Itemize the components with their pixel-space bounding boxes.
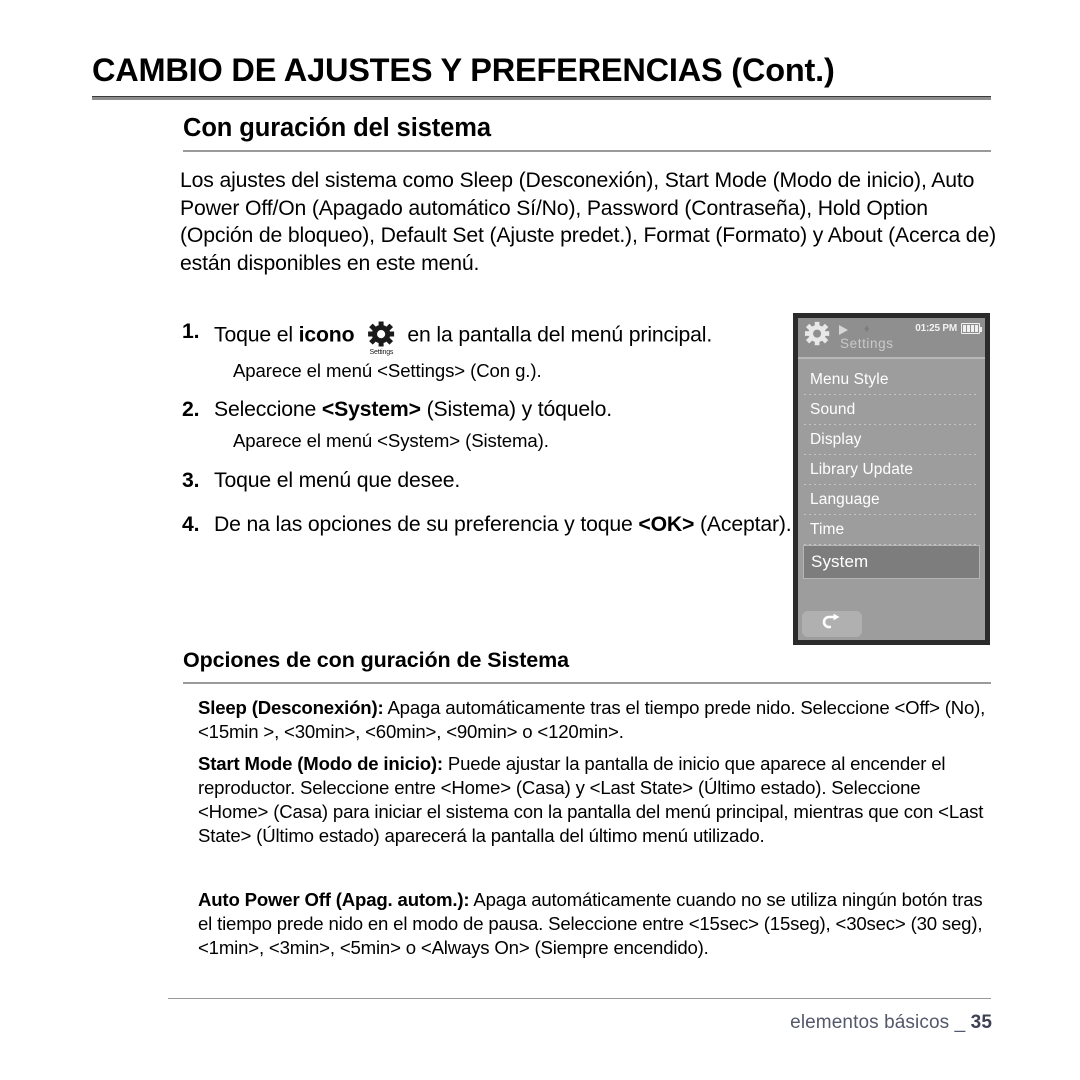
device-menu-item-label: Language xyxy=(810,491,880,508)
step-number: 1. xyxy=(182,320,200,343)
device-menu-item-system[interactable]: System xyxy=(803,545,980,579)
step-text-before: Toque el xyxy=(214,323,299,347)
option-auto-power-off: Auto Power Off (Apag. autom.): Apaga aut… xyxy=(198,888,993,960)
option-title: Start Mode (Modo de inicio): xyxy=(198,753,443,774)
back-button[interactable] xyxy=(802,611,862,637)
device-menu-item-language[interactable]: Language xyxy=(798,485,985,515)
step-text-after: (Aceptar). xyxy=(694,513,792,536)
chapter-title-rule xyxy=(92,96,991,100)
footer-label: elementos básicos _ xyxy=(790,1012,966,1033)
gear-icon xyxy=(803,321,831,352)
device-menu-item-label: Time xyxy=(810,521,845,538)
device-screen: ♦ 01:25 PM Settings Menu Style Sound Dis… xyxy=(798,318,985,640)
step-item-2: 2. Seleccione <System> (Sistema) y tóque… xyxy=(182,396,792,453)
footer-rule xyxy=(168,998,991,999)
bluetooth-icon: ♦ xyxy=(864,323,870,335)
section-heading-rule xyxy=(183,150,991,152)
step-text-bold: <System> xyxy=(321,398,421,421)
chapter-title: CAMBIO DE AJUSTES Y PREFERENCIAS (Cont.) xyxy=(92,52,835,88)
page-number: 35 xyxy=(970,1012,992,1033)
step-text: Toque el menú que desee. xyxy=(214,469,461,492)
step-text: Toque el icono Settings en la pantalla d… xyxy=(214,318,792,357)
option-title: Sleep (Desconexión): xyxy=(198,697,384,718)
step-text-bold: <OK> xyxy=(638,513,695,536)
device-menu-item-label: Display xyxy=(810,431,862,448)
section-heading: Con guración del sistema xyxy=(183,114,491,142)
options-heading-rule xyxy=(183,682,991,684)
battery-icon xyxy=(961,323,982,334)
option-start-mode: Start Mode (Modo de inicio): Puede ajust… xyxy=(198,752,993,848)
device-menu-item-label: Menu Style xyxy=(810,371,889,388)
step-subtext: Aparece el menú <System> (Sistema). xyxy=(233,430,549,451)
step-text-before: De na las opciones de su preferencia y t… xyxy=(214,513,639,536)
step-number: 2. xyxy=(182,398,200,421)
device-menu-item-library-update[interactable]: Library Update xyxy=(798,455,985,485)
device-menu-item-time[interactable]: Time xyxy=(798,515,985,545)
step-text: De na las opciones de su preferencia y t… xyxy=(214,511,792,539)
settings-gear-icon-caption: Settings xyxy=(369,349,394,356)
manual-page: CAMBIO DE AJUSTES Y PREFERENCIAS (Cont.)… xyxy=(0,0,1080,1080)
back-arrow-icon xyxy=(820,613,844,635)
play-icon xyxy=(839,325,848,335)
footer: elementos básicos _ 35 xyxy=(790,1012,992,1034)
device-screenshot: ♦ 01:25 PM Settings Menu Style Sound Dis… xyxy=(793,313,990,645)
device-screen-title: Settings xyxy=(840,336,894,351)
device-menu-item-menu-style[interactable]: Menu Style xyxy=(798,365,985,395)
status-time: 01:25 PM xyxy=(915,323,957,334)
step-text-after: en la pantalla del menú principal. xyxy=(407,323,713,347)
step-number: 4. xyxy=(182,513,200,536)
device-menu-item-label: Library Update xyxy=(810,461,914,478)
section-intro-paragraph: Los ajustes del sistema como Sleep (Desc… xyxy=(180,169,996,275)
steps-list: 1. Toque el icono Settings en la pantall… xyxy=(182,318,792,541)
step-item-4: 4. De na las opciones de su preferencia … xyxy=(182,511,792,539)
device-menu-item-label: System xyxy=(811,552,869,571)
device-status-bar: ♦ 01:25 PM Settings xyxy=(798,318,985,359)
device-menu-item-sound[interactable]: Sound xyxy=(798,395,985,425)
settings-gear-icon: Settings xyxy=(360,321,402,357)
step-text-after: (Sistema) y tóquelo. xyxy=(420,398,613,421)
step-item-1: 1. Toque el icono Settings en la pantall… xyxy=(182,318,792,383)
step-number: 3. xyxy=(182,469,200,492)
options-heading: Opciones de con guración de Sistema xyxy=(183,648,569,672)
step-text: Seleccione <System> (Sistema) y tóquelo. xyxy=(214,396,792,424)
step-text-before: Seleccione xyxy=(214,398,322,421)
option-sleep: Sleep (Desconexión): Apaga automáticamen… xyxy=(198,696,993,744)
step-item-3: 3. Toque el menú que desee. xyxy=(182,467,792,495)
step-subtext: Aparece el menú <Settings> (Con g.). xyxy=(233,360,542,381)
step-text-bold: icono xyxy=(298,323,355,347)
option-title: Auto Power Off (Apag. autom.): xyxy=(198,889,470,910)
device-menu-item-label: Sound xyxy=(810,401,856,418)
device-menu-list: Menu Style Sound Display Library Update … xyxy=(798,359,985,579)
device-menu-item-display[interactable]: Display xyxy=(798,425,985,455)
